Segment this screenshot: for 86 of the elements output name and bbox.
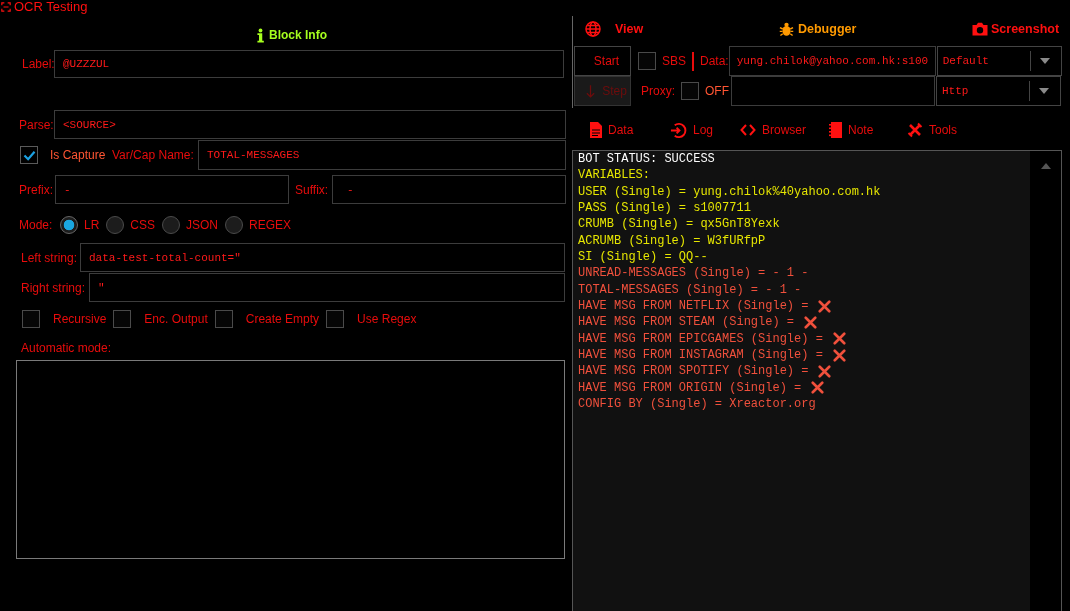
log-line: PASS (Single) = s1007711	[578, 200, 751, 217]
header-label[interactable]: Screenshot	[991, 22, 1060, 36]
log-line: SI (Single) = QQ--	[578, 249, 708, 266]
checkbox[interactable]	[681, 82, 699, 100]
start-button[interactable]: Start	[574, 46, 631, 76]
scroll-up-arrow-icon[interactable]	[1040, 163, 1051, 169]
log-line: HAVE MSG FROM EPICGAMES (Single) =	[578, 330, 823, 348]
document-icon	[590, 122, 602, 138]
tab-button[interactable]: Browser	[740, 120, 829, 140]
field-label: Proxy:	[641, 84, 675, 98]
caret-icon	[1039, 88, 1049, 94]
log-line: VARIABLES:	[578, 167, 650, 184]
input-field[interactable]: <SOURCE>	[54, 110, 566, 139]
log-line: HAVE MSG FROM NETFLIX (Single) =	[578, 298, 809, 315]
radio-button[interactable]	[60, 216, 78, 234]
code-icon	[740, 124, 756, 136]
checkbox-label: Create Empty	[245, 312, 320, 326]
input-field[interactable]: data-test-total-count="	[80, 243, 565, 272]
checkbox[interactable]	[22, 310, 40, 328]
log-line: HAVE MSG FROM SPOTIFY (Single) =	[578, 363, 809, 380]
input-field[interactable]	[731, 76, 935, 106]
info-icon	[257, 27, 264, 43]
input-field[interactable]: yung.chilok@yahoo.com.hk:s100	[728, 46, 936, 76]
log-line: TOTAL-MESSAGES (Single) = - 1 -	[578, 281, 802, 299]
camera-icon	[972, 22, 988, 36]
input-field[interactable]: "	[89, 273, 565, 302]
log-line: HAVE MSG FROM ORIGIN (Single) =	[578, 379, 802, 397]
input-field[interactable]: TOTAL-MESSAGES	[198, 140, 566, 170]
checkbox[interactable]	[638, 52, 656, 70]
sign-in-icon	[670, 121, 687, 139]
checkbox[interactable]	[214, 310, 233, 328]
log-line: CRUMB (Single) = qx5GnT8Yexk	[578, 216, 780, 233]
radio-label: JSON	[186, 218, 219, 232]
field-label: Automatic mode:	[21, 341, 112, 355]
input-field[interactable]: -	[55, 175, 289, 204]
log-line: UNREAD-MESSAGES (Single) = - 1 -	[578, 265, 809, 282]
field-label: Right string:	[21, 280, 87, 295]
checkbox-label: OFF	[705, 84, 729, 98]
tab-button[interactable]: Data	[590, 120, 670, 140]
field-label: Data:	[700, 54, 729, 68]
radio-label: LR	[84, 218, 100, 232]
log-line: CONFIG BY (Single) = Xreactor.org	[578, 396, 816, 413]
radio-button[interactable]	[106, 216, 125, 234]
log-line: USER (Single) = yung.chilok%40yahoo.com.hk	[578, 183, 881, 201]
radio-label: REGEX	[249, 218, 292, 232]
field-label: Left string:	[21, 250, 79, 265]
tab-button[interactable]: Tools	[907, 120, 957, 140]
header-label[interactable]: View	[615, 22, 644, 36]
log-line: ACRUMB (Single) = W3fURfpP	[578, 232, 766, 250]
checkbox-label: Use Regex	[357, 312, 417, 326]
caret-icon	[1039, 58, 1050, 64]
dropdown[interactable]: Http	[936, 76, 1061, 106]
down-arrow-icon	[586, 83, 596, 99]
log-line: HAVE MSG FROM INSTAGRAM (Single) =	[578, 347, 823, 364]
field-label: Suffix:	[295, 182, 330, 197]
section-title: Block Info	[269, 28, 327, 42]
tab-button[interactable]: Log	[670, 120, 740, 140]
field-label: Prefix:	[19, 182, 54, 197]
checkmark-icon	[22, 149, 36, 161]
field-label: Parse:	[19, 117, 54, 132]
field-label: Var/Cap Name:	[112, 148, 195, 162]
header-label: Debugger	[798, 22, 857, 36]
radio-label: CSS	[130, 218, 156, 232]
tab-button[interactable]: Note	[829, 120, 907, 140]
scan-icon	[1, 1, 11, 12]
field-label: Label:	[22, 57, 54, 71]
input-field[interactable]: -	[332, 175, 566, 204]
dropdown[interactable]: Default	[936, 46, 1062, 76]
input-field[interactable]: @UZZZUL	[54, 50, 564, 78]
notebook-icon	[829, 122, 842, 138]
field-label: Mode:	[19, 218, 54, 232]
bug-icon	[779, 21, 794, 37]
checkbox-label: SBS	[662, 54, 686, 68]
radio-button[interactable]	[225, 216, 244, 234]
checkbox-label: Recursive	[53, 312, 107, 326]
tools-icon	[907, 122, 923, 138]
log-line: HAVE MSG FROM STEAM (Single) =	[578, 314, 795, 331]
checkbox[interactable]	[20, 146, 38, 164]
checkbox[interactable]	[326, 310, 345, 328]
checkbox[interactable]	[113, 310, 132, 328]
radio-button[interactable]	[162, 216, 181, 234]
globe-icon	[585, 21, 601, 37]
window-title: OCR Testing	[14, 0, 88, 13]
log-line: BOT STATUS: SUCCESS	[578, 151, 715, 168]
checkbox-label: Enc. Output	[144, 312, 208, 326]
checkbox-label: Is Capture	[50, 148, 107, 162]
